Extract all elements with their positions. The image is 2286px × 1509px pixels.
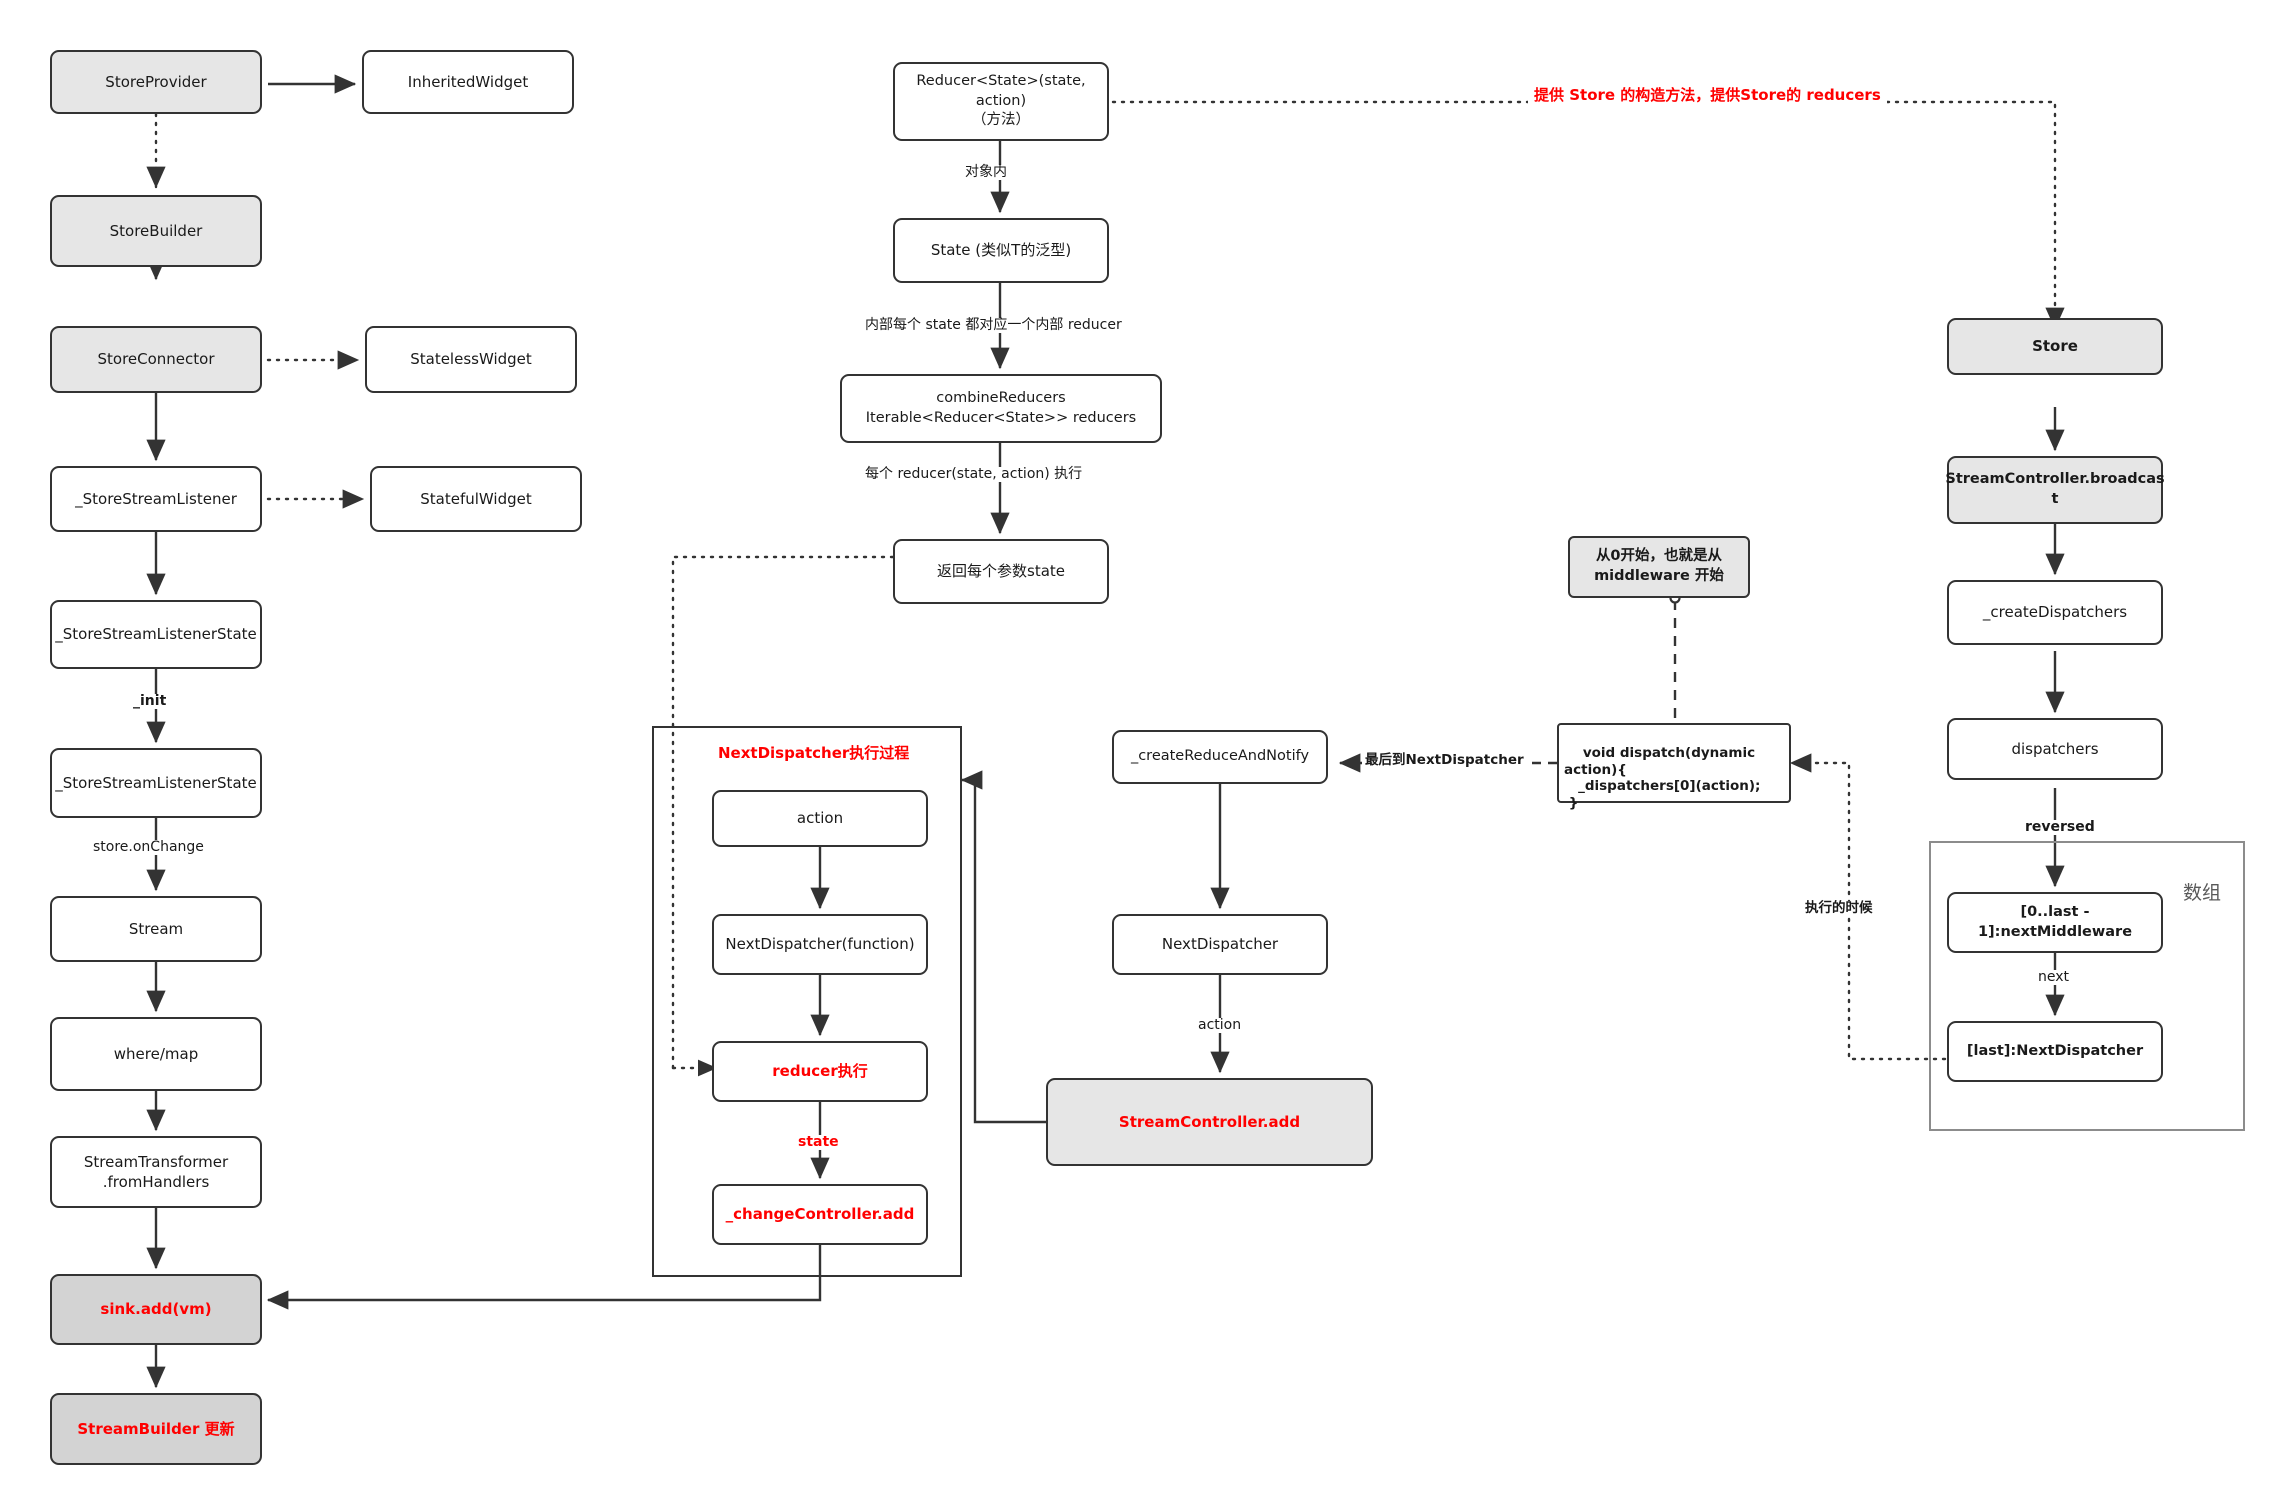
- node-label: NextDispatcher(function): [725, 935, 915, 954]
- node-label: _StoreStreamListenerState: [55, 773, 257, 792]
- node-label: [last]:NextDispatcher: [1966, 1042, 2144, 1059]
- node-label: StreamBuilder 更新: [77, 1419, 235, 1438]
- edge-label-store-onchange: store.onChange: [90, 839, 207, 856]
- node-store[interactable]: Store: [1947, 318, 2163, 375]
- node-stream[interactable]: Stream: [50, 896, 262, 962]
- edge-label-action: action: [1195, 1017, 1245, 1034]
- node-middleware-callout: 从0开始，也就是从 middleware 开始: [1568, 536, 1750, 598]
- node-label: reducer执行: [772, 1062, 868, 1081]
- node-label: 返回每个参数state: [937, 562, 1065, 581]
- edge-label-each-state: 内部每个 state 都对应一个内部 reducer: [862, 317, 1125, 334]
- node-create-reduce-and-notify[interactable]: _createReduceAndNotify: [1112, 730, 1328, 784]
- edge-label-state: state: [795, 1134, 842, 1151]
- node-label: where/map: [113, 1044, 199, 1063]
- flowchart-canvas: _createReduceAndNotify --> StoreProvider…: [0, 0, 2286, 1509]
- node-store-builder[interactable]: StoreBuilder: [50, 195, 262, 267]
- edge-label-each-reducer: 每个 reducer(state, action) 执行: [862, 466, 1086, 483]
- code-text: void dispatch(dynamic action){ _dispatch…: [1564, 745, 1761, 811]
- edge-label-in-object: 对象内: [962, 164, 1010, 181]
- node-label: StoreConnector: [97, 350, 215, 369]
- node-sink-add[interactable]: sink.add(vm): [50, 1274, 262, 1345]
- node-label: _createReduceAndNotify: [1130, 748, 1310, 765]
- node-store-stream-listener-state-2[interactable]: _StoreStreamListenerState: [50, 748, 262, 818]
- node-stream-builder-update[interactable]: StreamBuilder 更新: [50, 1393, 262, 1465]
- node-label: StreamController.broadcas t: [1945, 471, 2165, 507]
- node-label: State (类似T的泛型): [930, 241, 1072, 260]
- node-label: sink.add(vm): [100, 1300, 212, 1319]
- node-stateful-widget[interactable]: StatefulWidget: [370, 466, 582, 532]
- node-label: _createDispatchers: [1982, 603, 2128, 622]
- node-label: Stream: [128, 919, 184, 938]
- array-group-label: 数组: [2183, 882, 2222, 904]
- node-stream-transformer[interactable]: StreamTransformer .fromHandlers: [50, 1136, 262, 1208]
- node-change-controller-add[interactable]: _changeController.add: [712, 1184, 928, 1245]
- edge-label-next: next: [2035, 969, 2073, 986]
- node-store-connector[interactable]: StoreConnector: [50, 326, 262, 393]
- edge-label-init: _init: [130, 693, 170, 710]
- node-where-map[interactable]: where/map: [50, 1017, 262, 1091]
- node-store-provider[interactable]: StoreProvider: [50, 50, 262, 114]
- edge-label-reversed: reversed: [2022, 819, 2098, 836]
- node-label: _changeController.add: [725, 1205, 915, 1224]
- edge-label-last-to-next-dispatcher: 最后到NextDispatcher: [1362, 753, 1527, 768]
- node-label: StoreProvider: [105, 72, 207, 91]
- node-dispatchers[interactable]: dispatchers: [1947, 718, 2163, 780]
- node-label: Reducer<State>(state, action) （方法）: [916, 73, 1086, 129]
- node-label: StreamTransformer .fromHandlers: [83, 1152, 229, 1191]
- node-state-generic[interactable]: State (类似T的泛型): [893, 218, 1109, 283]
- node-label: NextDispatcher: [1161, 935, 1279, 954]
- node-stream-controller-add[interactable]: StreamController.add: [1046, 1078, 1373, 1166]
- node-reducer-exec[interactable]: reducer执行: [712, 1041, 928, 1102]
- node-label: StatelessWidget: [410, 350, 532, 369]
- node-store-stream-listener[interactable]: _StoreStreamListener: [50, 466, 262, 532]
- node-label: dispatchers: [2011, 739, 2099, 758]
- node-label: StoreBuilder: [109, 221, 203, 240]
- node-label: action: [796, 809, 844, 828]
- node-return-state[interactable]: 返回每个参数state: [893, 539, 1109, 604]
- node-label: StreamController.add: [1118, 1112, 1301, 1131]
- node-store-stream-listener-state-1[interactable]: _StoreStreamListenerState: [50, 600, 262, 669]
- node-label: _StoreStreamListener: [75, 489, 237, 508]
- next-dispatcher-group-title: NextDispatcher执行过程: [718, 744, 910, 762]
- node-action[interactable]: action: [712, 790, 928, 847]
- node-label: [0..last - 1]:nextMiddleware: [1977, 903, 2133, 940]
- node-label: 从0开始，也就是从 middleware 开始: [1594, 548, 1724, 584]
- node-create-dispatchers[interactable]: _createDispatchers: [1947, 580, 2163, 645]
- node-next-dispatcher[interactable]: NextDispatcher: [1112, 914, 1328, 975]
- node-reducer-state[interactable]: Reducer<State>(state, action) （方法）: [893, 62, 1109, 141]
- node-next-dispatcher-function[interactable]: NextDispatcher(function): [712, 914, 928, 975]
- node-label: combineReducers Iterable<Reducer<State>>…: [865, 389, 1137, 426]
- node-next-middleware[interactable]: [0..last - 1]:nextMiddleware: [1947, 892, 2163, 953]
- node-combine-reducers[interactable]: combineReducers Iterable<Reducer<State>>…: [840, 374, 1162, 443]
- node-dispatch-code: void dispatch(dynamic action){ _dispatch…: [1557, 723, 1791, 811]
- node-label: StatefulWidget: [420, 489, 532, 508]
- node-label: Store: [2032, 337, 2078, 356]
- node-inherited-widget[interactable]: InheritedWidget: [362, 50, 574, 114]
- node-stateless-widget[interactable]: StatelessWidget: [365, 326, 577, 393]
- node-stream-controller-broadcast[interactable]: StreamController.broadcas t: [1945, 456, 2165, 524]
- node-last-next-dispatcher[interactable]: [last]:NextDispatcher: [1947, 1021, 2163, 1082]
- store-construct-annotation: 提供 Store 的构造方法，提供Store的 reducers: [1528, 84, 1887, 105]
- node-label: _StoreStreamListenerState: [55, 625, 257, 644]
- node-label: InheritedWidget: [407, 72, 529, 91]
- edge-label-when-executing: 执行的时候: [1802, 901, 1876, 916]
